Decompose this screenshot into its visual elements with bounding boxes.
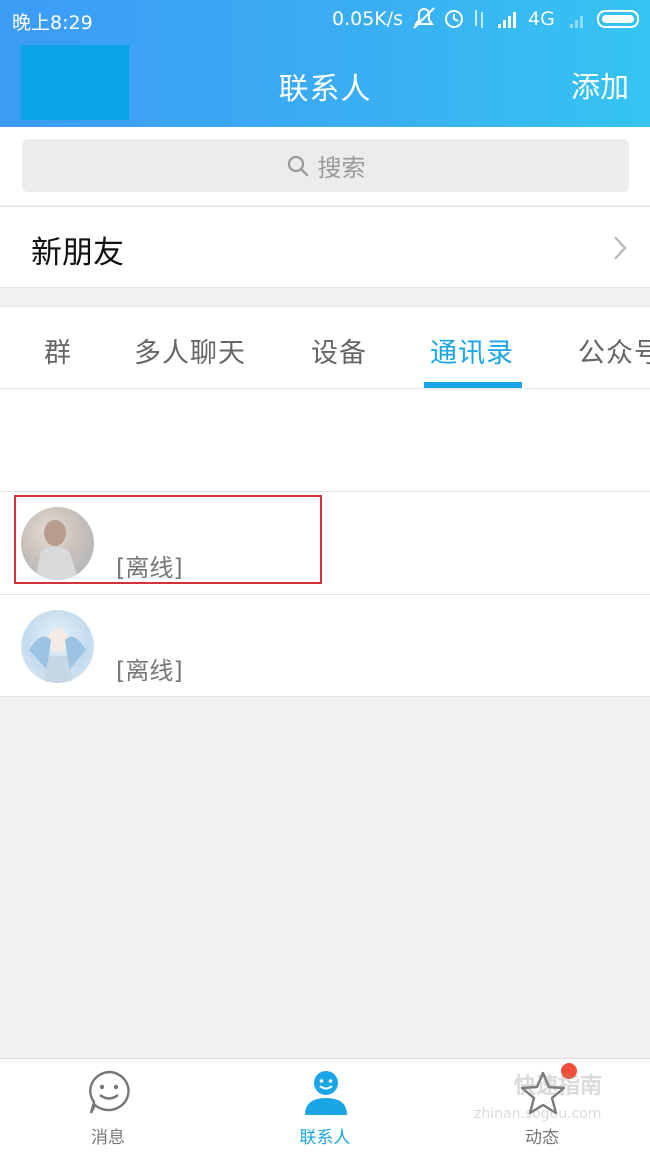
data-arrows-icon bbox=[475, 10, 483, 28]
tab-public-accounts[interactable]: 公众号 bbox=[578, 331, 650, 370]
active-tab-indicator bbox=[424, 382, 522, 388]
nav-contacts[interactable]: 联系人 bbox=[245, 1059, 405, 1155]
search-icon bbox=[287, 155, 308, 176]
tab-devices[interactable]: 设备 bbox=[311, 331, 367, 370]
add-button[interactable]: 添加 bbox=[571, 64, 629, 106]
contact-avatar bbox=[21, 610, 94, 683]
contact-person-icon bbox=[305, 1071, 347, 1115]
watermark-text-cn: 快速指南 bbox=[514, 1074, 603, 1099]
contact-status: [离线] bbox=[116, 657, 183, 685]
highlight-box bbox=[14, 495, 322, 584]
watermark: 快速指南 zhinan.sogou.com bbox=[474, 1068, 634, 1128]
empty-area bbox=[0, 389, 650, 491]
header: 晚上8:29 0.05K/s 4G 联系人 添加 bbox=[0, 0, 650, 127]
tab-multi-chat[interactable]: 多人聊天 bbox=[134, 331, 246, 370]
tab-groups[interactable]: 群 bbox=[44, 331, 72, 370]
tab-address-book[interactable]: 通讯录 bbox=[430, 331, 514, 370]
status-time: 晚上8:29 bbox=[12, 12, 93, 34]
nav-messages-label: 消息 bbox=[91, 1128, 125, 1148]
nav-messages[interactable]: 消息 bbox=[28, 1059, 188, 1155]
page-title: 联系人 bbox=[278, 72, 372, 107]
search-bar: 搜索 bbox=[0, 127, 650, 205]
contact-row[interactable]: [离线] bbox=[0, 594, 650, 697]
chat-smile-icon bbox=[89, 1070, 130, 1114]
status-net-speed: 0.05K/s bbox=[332, 8, 404, 30]
signal-icon bbox=[498, 12, 516, 28]
contact-tabs: 群 多人聊天 设备 通讯录 公众号 bbox=[0, 306, 650, 389]
nav-contacts-label: 联系人 bbox=[299, 1128, 351, 1148]
battery-icon bbox=[597, 10, 639, 28]
watermark-text-en: zhinan.sogou.com bbox=[474, 1106, 602, 1122]
alarm-icon bbox=[445, 10, 463, 28]
status-bar: 晚上8:29 0.05K/s 4G bbox=[0, 0, 650, 38]
mute-bell-icon bbox=[413, 7, 435, 29]
new-friends-label: 新朋友 bbox=[31, 235, 124, 271]
status-network: 4G bbox=[528, 8, 555, 30]
search-input[interactable]: 搜索 bbox=[22, 139, 629, 192]
signal-weak-icon bbox=[570, 16, 583, 28]
search-placeholder: 搜索 bbox=[317, 154, 366, 182]
status-icons bbox=[413, 7, 639, 29]
chevron-right-icon bbox=[614, 236, 627, 260]
new-friends-row[interactable]: 新朋友 bbox=[0, 206, 650, 288]
